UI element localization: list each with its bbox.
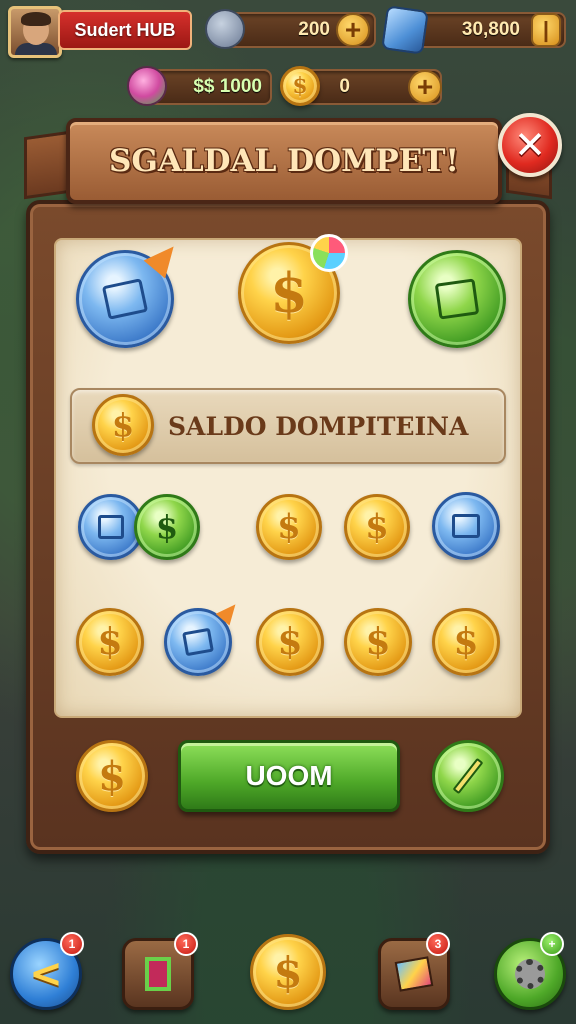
resource-1-value: 200 [298,19,330,40]
green-reward-coin[interactable] [408,250,506,348]
gift-icon [452,514,480,538]
player-avatar[interactable] [8,6,62,58]
wallet-coin-button[interactable]: $ [76,740,148,812]
blue-gift-coin[interactable] [432,492,500,560]
frame-badge: 1 [174,932,198,956]
action-button[interactable]: UOOM [178,740,400,812]
ticket-icon [101,278,149,320]
gem-icon [381,5,429,55]
back-badge: 1 [60,932,84,956]
close-button[interactable]: ✕ [498,113,562,177]
balance-label: SALDO DOMPITEINA [168,411,469,441]
settings-badge: + [540,932,564,956]
gold-coin-r3-3[interactable]: $ [344,608,412,676]
gold-coin-r2-1[interactable]: $ [256,494,322,560]
banner-tail-left [24,130,70,200]
dialog-title: SGALDAL DOMPET! [108,143,460,179]
ticket-icon [182,627,214,657]
map-badge: 3 [426,932,450,956]
music-icon [98,515,124,539]
cash-value: $$ 1000 [193,76,262,97]
player-name[interactable]: Sudert HUB [58,10,192,50]
coin-balance-value: 0 [339,76,350,97]
green-dollar-coin[interactable]: $ [134,494,200,560]
resource-1-add-button[interactable]: + [336,13,370,47]
gold-coin-r2-2[interactable]: $ [344,494,410,560]
resource-2-add-button[interactable]: | [531,13,561,47]
shop-coin-button[interactable]: $ [250,934,326,1010]
gear-icon [515,959,545,989]
back-arrow-icon: < [29,951,63,997]
dialog-title-banner: SGALDAL DOMPET! [66,118,502,204]
resource-1-icon [205,9,245,49]
coin-icon: $ [280,66,320,106]
gold-coin-r3-2[interactable]: $ [256,608,324,676]
edit-button[interactable] [432,740,504,812]
cash-icon [127,66,167,106]
gold-coin-r3-1[interactable]: $ [76,608,144,676]
gold-coin-r3-4[interactable]: $ [432,608,500,676]
coin-add-button[interactable]: + [408,70,442,104]
resource-2-value: 30,800 [461,19,520,40]
bonus-wheel-icon [310,234,348,272]
reward-card-icon [434,278,480,320]
map-icon [394,956,434,992]
balance-coin-icon: $ [92,394,154,456]
frame-icon [145,957,171,991]
pencil-icon [452,757,484,795]
